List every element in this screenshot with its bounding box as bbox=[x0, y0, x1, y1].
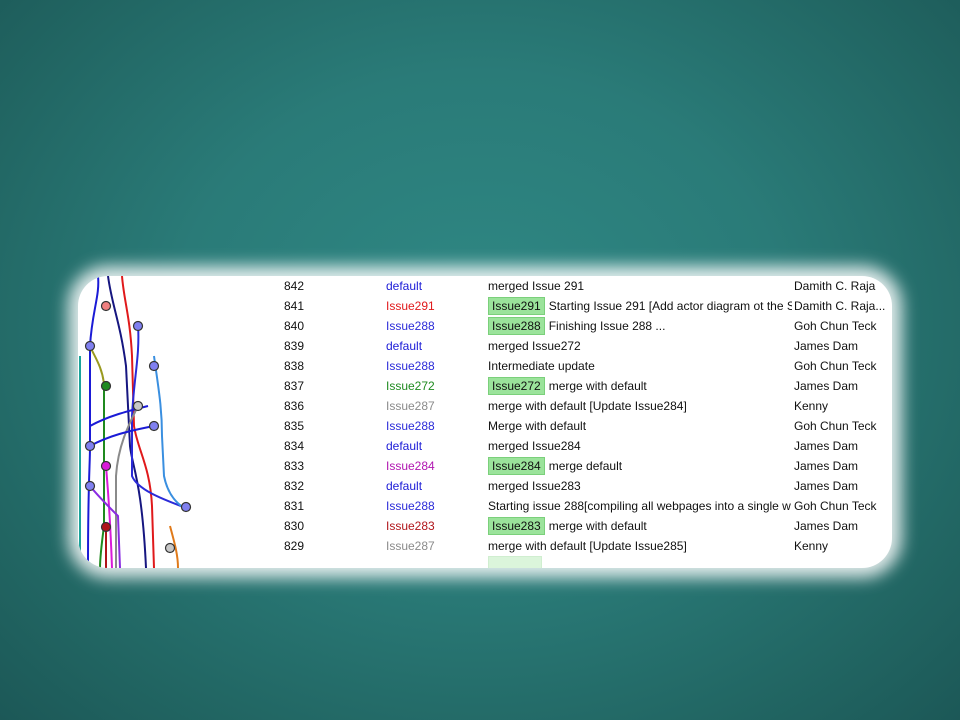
branch-tag-badge: Issue283 bbox=[488, 517, 545, 535]
commit-message: merge with default bbox=[548, 519, 647, 533]
branch-name: Issue284 bbox=[386, 459, 435, 473]
commit-message: merge with default [Update Issue284] bbox=[488, 399, 687, 413]
commit-message: merged Issue283 bbox=[488, 479, 581, 493]
commit-message: merged Issue272 bbox=[488, 339, 581, 353]
commit-description: merged Issue283 bbox=[488, 476, 792, 496]
changelog-window: 842 default merged Issue 291 Damith C. R… bbox=[78, 276, 892, 568]
revision-number: 830 bbox=[284, 519, 305, 533]
commit-description: merged Issue284 bbox=[488, 436, 792, 456]
commit-author: Damith C. Raja bbox=[794, 279, 876, 293]
commit-message: merged Issue284 bbox=[488, 439, 581, 453]
commit-author: Kenny bbox=[794, 399, 829, 413]
table-row-partial bbox=[78, 556, 892, 568]
commit-author: Goh Chun Teck bbox=[794, 499, 877, 513]
commit-message: Intermediate update bbox=[488, 359, 595, 373]
table-row[interactable]: 831 Issue288 Starting issue 288[compilin… bbox=[78, 496, 892, 516]
revision-number: 841 bbox=[284, 299, 305, 313]
branch-name: Issue288 bbox=[386, 359, 435, 373]
commit-message: merge default bbox=[548, 459, 623, 473]
branch-tag-badge: Issue272 bbox=[488, 377, 545, 395]
commit-message: merge with default [Update Issue285] bbox=[488, 539, 687, 553]
revision-number: 837 bbox=[284, 379, 305, 393]
table-row[interactable]: 833 Issue284 Issue284 merge default James… bbox=[78, 456, 892, 476]
branch-tag-badge bbox=[488, 556, 542, 568]
commit-message: Merge with default bbox=[488, 419, 587, 433]
branch-name: default bbox=[386, 279, 423, 293]
branch-name: default bbox=[386, 339, 423, 353]
revision-number: 829 bbox=[284, 539, 305, 553]
revision-number: 833 bbox=[284, 459, 305, 473]
commit-description: Issue272 merge with default bbox=[488, 376, 792, 396]
revision-number: 836 bbox=[284, 399, 305, 413]
table-row[interactable]: 838 Issue288 Intermediate update Goh Chu… bbox=[78, 356, 892, 376]
revision-number: 842 bbox=[284, 279, 305, 293]
commit-author: Kenny bbox=[794, 539, 829, 553]
revision-number: 840 bbox=[284, 319, 305, 333]
branch-tag-badge: Issue291 bbox=[488, 297, 545, 315]
commit-author: Goh Chun Teck bbox=[794, 419, 877, 433]
commit-author: James Dam bbox=[794, 379, 859, 393]
branch-tag-badge: Issue288 bbox=[488, 317, 545, 335]
commit-author: James Dam bbox=[794, 479, 859, 493]
branch-tag-badge: Issue284 bbox=[488, 457, 545, 475]
commit-message: merged Issue 291 bbox=[488, 279, 585, 293]
commit-description: Issue284 merge default bbox=[488, 456, 792, 476]
branch-name: default bbox=[386, 479, 423, 493]
branch-name: Issue288 bbox=[386, 319, 435, 333]
table-row[interactable]: 837 Issue272 Issue272 merge with default … bbox=[78, 376, 892, 396]
commit-description: Intermediate update bbox=[488, 356, 792, 376]
commit-description bbox=[488, 556, 792, 568]
commit-author: James Dam bbox=[794, 519, 859, 533]
commit-author: Goh Chun Teck bbox=[794, 319, 877, 333]
branch-name: Issue288 bbox=[386, 419, 435, 433]
table-row[interactable]: 829 Issue287 merge with default [Update … bbox=[78, 536, 892, 556]
revision-number: 839 bbox=[284, 339, 305, 353]
table-row[interactable]: 842 default merged Issue 291 Damith C. R… bbox=[78, 276, 892, 296]
branch-name: Issue288 bbox=[386, 499, 435, 513]
commit-author: James Dam bbox=[794, 439, 859, 453]
commit-description: Issue283 merge with default bbox=[488, 516, 792, 536]
revision-number: 838 bbox=[284, 359, 305, 373]
branch-name: Issue283 bbox=[386, 519, 435, 533]
commit-message: Finishing Issue 288 ... bbox=[548, 319, 666, 333]
table-row[interactable]: 839 default merged Issue272 James Dam bbox=[78, 336, 892, 356]
table-row[interactable]: 836 Issue287 merge with default [Update … bbox=[78, 396, 892, 416]
revision-number: 835 bbox=[284, 419, 305, 433]
branch-name: Issue287 bbox=[386, 399, 435, 413]
table-row[interactable]: 840 Issue288 Issue288 Finishing Issue 288… bbox=[78, 316, 892, 336]
branch-name: Issue291 bbox=[386, 299, 435, 313]
commit-author: Damith C. Raja... bbox=[794, 299, 886, 313]
branch-name: Issue287 bbox=[386, 539, 435, 553]
table-row[interactable]: 830 Issue283 Issue283 merge with default … bbox=[78, 516, 892, 536]
branch-name: default bbox=[386, 439, 423, 453]
table-row[interactable]: 841 Issue291 Issue291 Starting Issue 291 … bbox=[78, 296, 892, 316]
revision-number: 834 bbox=[284, 439, 305, 453]
commit-message: merge with default bbox=[548, 379, 647, 393]
commit-description: Issue291 Starting Issue 291 [Add actor di… bbox=[488, 296, 792, 316]
commit-description: merge with default [Update Issue285] bbox=[488, 536, 792, 556]
commit-message: Starting Issue 291 [Add actor diagram ot… bbox=[548, 299, 792, 313]
branch-name: Issue272 bbox=[386, 379, 435, 393]
revision-number: 831 bbox=[284, 499, 305, 513]
revision-number: 832 bbox=[284, 479, 305, 493]
commit-description: Merge with default bbox=[488, 416, 792, 436]
table-row[interactable]: 835 Issue288 Merge with default Goh Chun… bbox=[78, 416, 892, 436]
commit-author: James Dam bbox=[794, 459, 859, 473]
commit-description: merged Issue 291 bbox=[488, 276, 792, 296]
commit-message: Starting issue 288[compiling all webpage… bbox=[488, 499, 791, 513]
commit-description: merge with default [Update Issue284] bbox=[488, 396, 792, 416]
table-row[interactable]: 832 default merged Issue283 James Dam bbox=[78, 476, 892, 496]
commit-description: Issue288 Finishing Issue 288 ... bbox=[488, 316, 792, 336]
commit-description: Starting issue 288[compiling all webpage… bbox=[488, 496, 792, 516]
table-row[interactable]: 834 default merged Issue284 James Dam bbox=[78, 436, 892, 456]
commit-description: merged Issue272 bbox=[488, 336, 792, 356]
commit-author: James Dam bbox=[794, 339, 859, 353]
commit-author: Goh Chun Teck bbox=[794, 359, 877, 373]
